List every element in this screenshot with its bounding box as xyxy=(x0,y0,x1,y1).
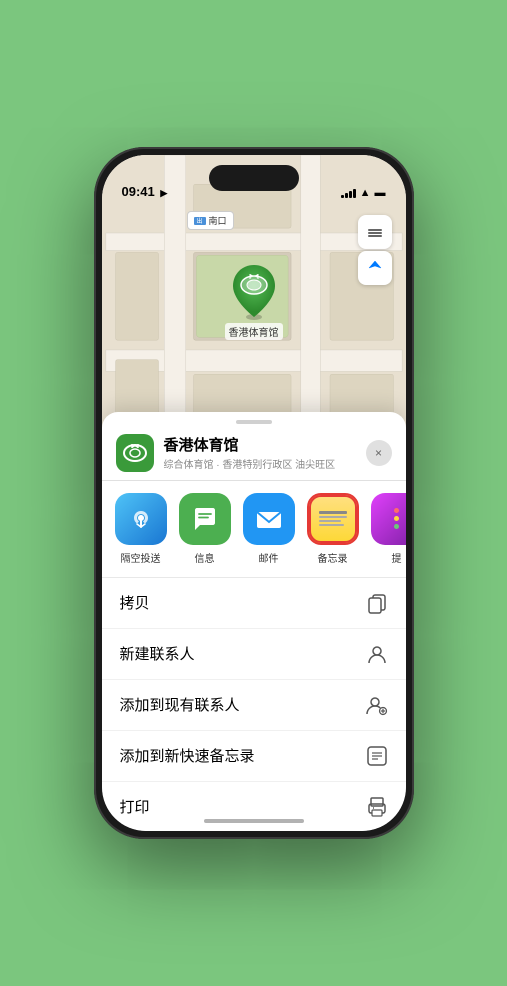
quick-note-icon xyxy=(366,745,388,767)
add-existing-label: 添加到现有联系人 xyxy=(120,694,240,715)
action-print[interactable]: 打印 xyxy=(102,782,406,831)
location-name: 香港体育馆 xyxy=(164,434,356,455)
location-header: 香港体育馆 综合体育馆 · 香港特别行政区 油尖旺区 × xyxy=(102,424,406,481)
messages-icon xyxy=(179,493,231,545)
share-messages[interactable]: 信息 xyxy=(176,493,234,565)
messages-label: 信息 xyxy=(195,550,215,565)
print-label: 打印 xyxy=(120,796,150,817)
bottom-sheet: 香港体育馆 综合体育馆 · 香港特别行政区 油尖旺区 × xyxy=(102,412,406,831)
share-row: 隔空投送 信息 xyxy=(102,481,406,578)
more-dots xyxy=(394,508,399,529)
map-controls xyxy=(358,215,392,285)
phone-frame: 09:41 ▶ ▲ ▬ xyxy=(94,147,414,839)
copy-icon xyxy=(366,592,388,614)
marker-svg xyxy=(228,263,280,321)
notes-icon xyxy=(307,493,359,545)
marker-label: 香港体育馆 xyxy=(225,323,283,340)
map-location-label: 出 南口 xyxy=(187,211,234,230)
share-mail[interactable]: 邮件 xyxy=(240,493,298,565)
share-more[interactable]: 提 xyxy=(368,493,406,565)
action-list: 拷贝 新建联系人 添加到现有联系人 xyxy=(102,578,406,831)
home-indicator xyxy=(204,819,304,823)
mail-icon xyxy=(243,493,295,545)
more-label: 提 xyxy=(392,550,402,565)
mail-label: 邮件 xyxy=(259,550,279,565)
airdrop-symbol xyxy=(127,505,155,533)
new-contact-label: 新建联系人 xyxy=(120,643,195,664)
map-label-text: 南口 xyxy=(209,214,227,227)
notes-lines xyxy=(319,511,347,526)
mail-symbol xyxy=(254,504,284,534)
status-icons: ▲ ▬ xyxy=(341,187,386,199)
location-info: 香港体育馆 综合体育馆 · 香港特别行政区 油尖旺区 xyxy=(164,434,356,471)
notes-label: 备忘录 xyxy=(318,550,348,565)
action-copy[interactable]: 拷贝 xyxy=(102,578,406,629)
phone-screen: 09:41 ▶ ▲ ▬ xyxy=(102,155,406,831)
action-new-contact[interactable]: 新建联系人 xyxy=(102,629,406,680)
new-contact-icon xyxy=(366,643,388,665)
venue-logo xyxy=(116,434,154,472)
add-existing-icon xyxy=(366,694,388,716)
layers-icon xyxy=(367,224,383,240)
messages-symbol xyxy=(190,504,220,534)
copy-label: 拷贝 xyxy=(120,592,150,613)
quick-note-label: 添加到新快速备忘录 xyxy=(120,745,255,766)
more-icon xyxy=(371,493,406,545)
airdrop-icon xyxy=(115,493,167,545)
map-layers-button[interactable] xyxy=(358,215,392,249)
close-button[interactable]: × xyxy=(366,440,392,466)
action-add-existing[interactable]: 添加到现有联系人 xyxy=(102,680,406,731)
airdrop-label: 隔空投送 xyxy=(121,550,161,565)
exit-icon: 出 xyxy=(194,217,206,225)
share-notes[interactable]: 备忘录 xyxy=(304,493,362,565)
wifi-icon: ▲ xyxy=(360,187,371,199)
map-marker[interactable]: 香港体育馆 xyxy=(225,263,283,340)
status-time: 09:41 ▶ xyxy=(122,184,168,199)
location-arrow-icon xyxy=(367,260,383,276)
my-location-button[interactable] xyxy=(358,251,392,285)
location-subtitle: 综合体育馆 · 香港特别行政区 油尖旺区 xyxy=(164,456,356,471)
share-airdrop[interactable]: 隔空投送 xyxy=(112,493,170,565)
print-icon xyxy=(366,796,388,818)
dynamic-island xyxy=(209,165,299,191)
venue-logo-icon xyxy=(122,440,148,466)
action-quick-note[interactable]: 添加到新快速备忘录 xyxy=(102,731,406,782)
battery-icon: ▬ xyxy=(375,187,386,199)
signal-icon xyxy=(341,188,356,198)
location-arrow-icon: ▶ xyxy=(160,188,167,198)
